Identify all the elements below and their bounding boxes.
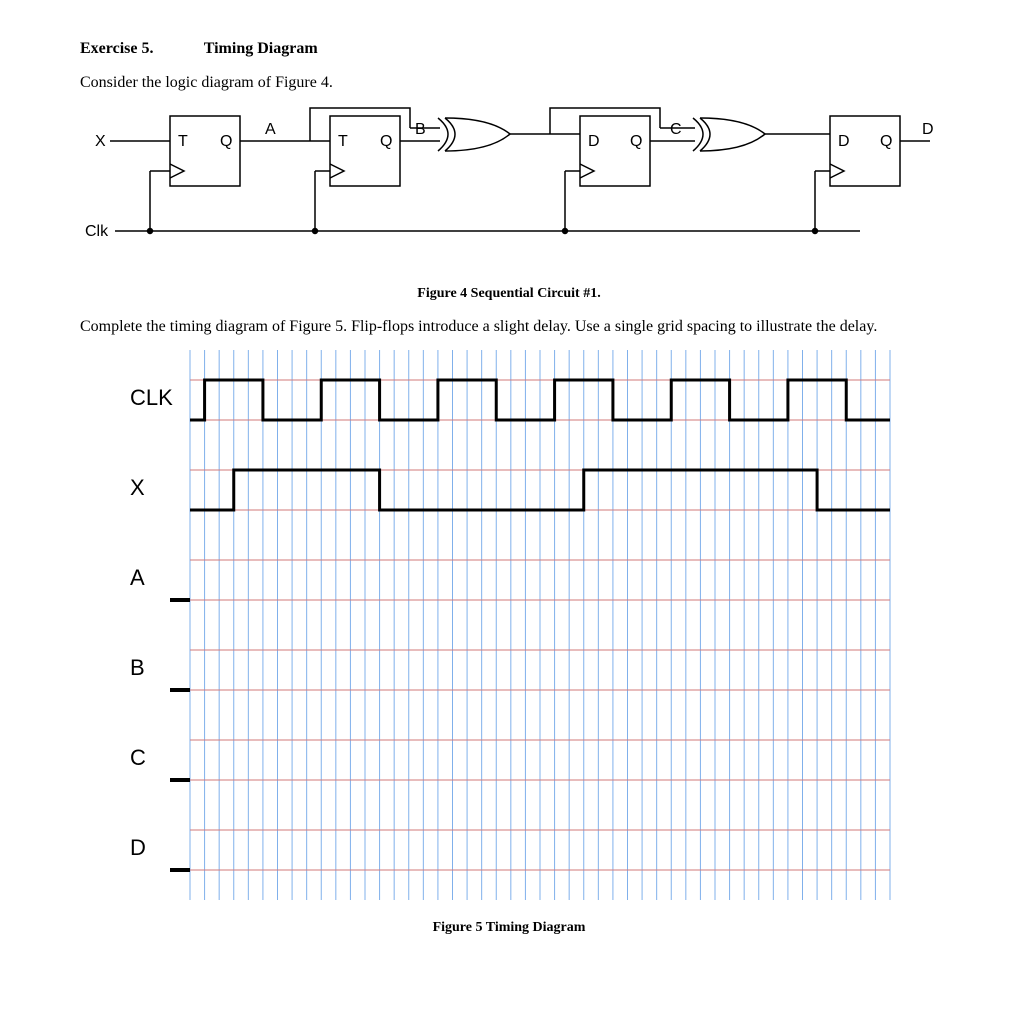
label-clk: Clk xyxy=(85,223,109,240)
label-a: A xyxy=(265,121,276,138)
ff2-type: T xyxy=(338,133,348,150)
ff1-q: Q xyxy=(220,133,232,150)
label-c: C xyxy=(670,121,682,138)
circuit-diagram: X T Q A T Q B D Q xyxy=(80,106,940,276)
ff3-type: D xyxy=(588,133,600,150)
signal-label-clk: CLK xyxy=(130,385,173,410)
signal-label-a: A xyxy=(130,565,145,590)
exercise-title: Timing Diagram xyxy=(204,40,318,57)
exercise-heading: Exercise 5. Timing Diagram xyxy=(80,40,938,58)
ff4-type: D xyxy=(838,133,850,150)
label-x: X xyxy=(95,133,106,150)
signal-label-x: X xyxy=(130,475,145,500)
figure4-caption: Figure 4 Sequential Circuit #1. xyxy=(80,286,938,302)
intro-text: Consider the logic diagram of Figure 4. xyxy=(80,74,938,92)
exercise-number: Exercise 5. xyxy=(80,40,200,58)
ff4-q: Q xyxy=(880,133,892,150)
label-b: B xyxy=(415,121,426,138)
figure5-caption: Figure 5 Timing Diagram xyxy=(80,920,938,936)
timing-diagram: CLK X A B C D xyxy=(120,350,900,910)
signal-label-c: C xyxy=(130,745,146,770)
xor-gate-1 xyxy=(438,118,510,151)
ff2-q: Q xyxy=(380,133,392,150)
ff1-type: T xyxy=(178,133,188,150)
ff3-q: Q xyxy=(630,133,642,150)
signal-label-d: D xyxy=(130,835,146,860)
xor-gate-2 xyxy=(693,118,765,151)
label-d: D xyxy=(922,121,934,138)
signal-label-b: B xyxy=(130,655,145,680)
instruction-text: Complete the timing diagram of Figure 5.… xyxy=(80,318,938,336)
